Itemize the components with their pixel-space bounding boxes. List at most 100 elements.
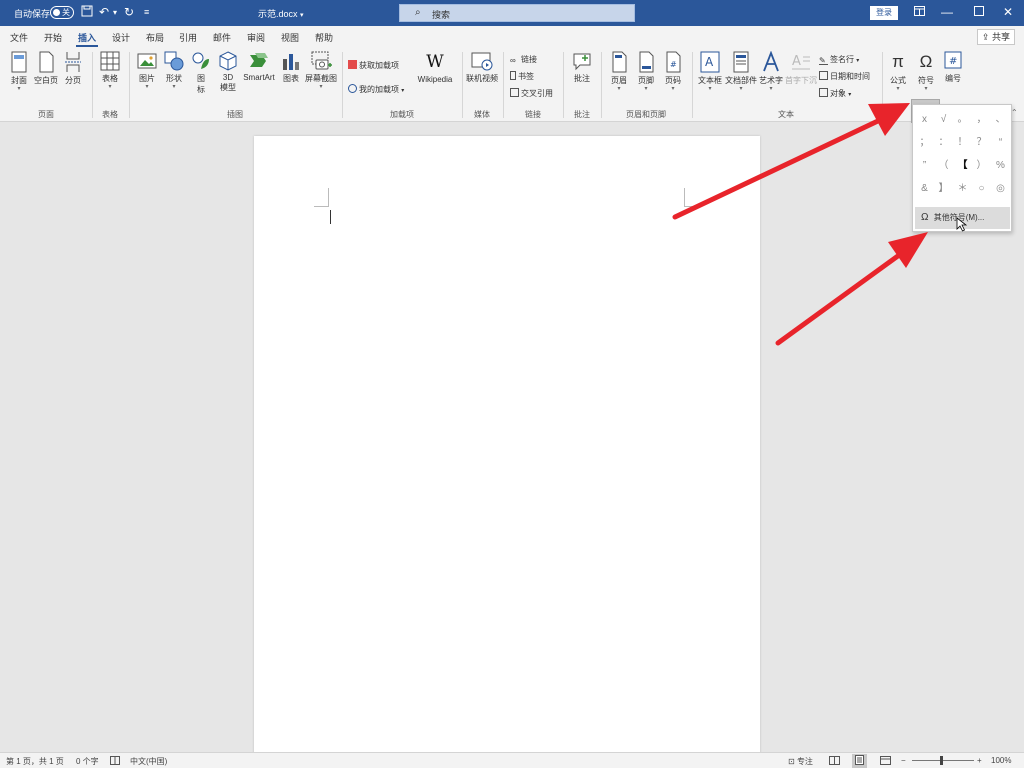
get-addins-button[interactable]: 获取加载项 (348, 60, 399, 71)
symbol-cell[interactable]: （ (934, 155, 953, 177)
header-icon (612, 51, 627, 73)
online-video-button[interactable]: 联机视频 (465, 51, 499, 84)
customize-qat-icon[interactable]: ≡ (144, 7, 149, 17)
symbol-cell[interactable]: & (915, 178, 934, 200)
screenshot-button[interactable]: 屏幕截图 ▾ (304, 51, 338, 91)
symbol-cell[interactable]: ； (915, 132, 934, 154)
symbol-cell[interactable]: ？ (972, 132, 991, 154)
icons-icon (192, 52, 209, 69)
zoom-out-icon[interactable]: − (901, 756, 906, 765)
tab-references[interactable]: 引用 (179, 31, 197, 44)
quick-parts-button[interactable]: 文档部件 ▾ (724, 51, 758, 93)
footer-button[interactable]: 页脚 ▾ (634, 51, 658, 93)
word-count[interactable]: 0 个字 (76, 756, 99, 767)
read-mode-icon[interactable] (829, 756, 840, 767)
symbol-cell[interactable]: x (915, 109, 934, 131)
search-box[interactable]: ⌕ 搜索 (399, 4, 635, 22)
smartart-button[interactable]: SmartArt (242, 51, 276, 82)
icons-button[interactable]: 图 标 (190, 51, 212, 95)
symbol-cell[interactable]: ） (972, 155, 991, 177)
page-break-button[interactable]: 分页 (62, 51, 84, 86)
symbol-cell[interactable]: ○ (972, 178, 991, 200)
zoom-in-icon[interactable]: + (977, 756, 982, 765)
close-icon[interactable]: ✕ (998, 5, 1018, 19)
comment-button[interactable]: 批注 (568, 51, 596, 84)
text-box-button[interactable]: A 文本框 ▾ (697, 51, 723, 93)
pictures-button[interactable]: 图片 ▾ (135, 51, 159, 91)
tab-file[interactable]: 文件 (10, 31, 28, 44)
print-layout-icon[interactable] (852, 754, 867, 768)
zoom-slider-thumb[interactable] (940, 756, 943, 765)
smartart-icon (250, 53, 268, 67)
tab-review[interactable]: 审阅 (247, 31, 265, 44)
my-addins-button[interactable]: 我的加载项 ▾ (348, 84, 404, 95)
undo-dropdown-icon[interactable]: ▾ (113, 8, 117, 17)
cover-page-button[interactable]: 封面 ▾ (8, 51, 30, 93)
document-page[interactable] (254, 136, 760, 756)
ribbon-separator (692, 52, 693, 118)
redo-icon[interactable]: ↻ (124, 5, 134, 19)
symbol-cell[interactable]: 、 (991, 109, 1010, 131)
symbol-cell[interactable]: 。 (953, 109, 972, 131)
wikipedia-button[interactable]: W Wikipedia (415, 51, 455, 84)
web-layout-icon[interactable] (880, 756, 891, 767)
cross-reference-button[interactable]: 交叉引用 (510, 88, 553, 99)
ribbon-display-options-icon[interactable] (909, 5, 929, 19)
blank-page-button[interactable]: 空白页 (33, 51, 59, 86)
tab-home[interactable]: 开始 (44, 31, 62, 44)
wordart-button[interactable]: 艺术字 ▾ (758, 51, 784, 93)
maximize-icon[interactable] (969, 5, 989, 19)
shapes-button[interactable]: 形状 ▾ (162, 51, 186, 91)
focus-mode-button[interactable]: ⊡ 专注 (788, 756, 813, 767)
share-button[interactable]: ⇪ 共享 (977, 29, 1015, 45)
page-number-button[interactable]: # 页码 ▾ (661, 51, 685, 93)
date-time-button[interactable]: 日期和时间 (819, 71, 870, 82)
minimize-icon[interactable]: — (937, 5, 957, 19)
signature-line-button[interactable]: ✎ 签名行 ▾ (819, 54, 859, 65)
symbol-cell[interactable]: √ (934, 109, 953, 131)
symbol-cell[interactable]: ！ (953, 132, 972, 154)
status-bar: 第 1 页，共 1 页 0 个字 中文(中国) ⊡ 专注 − + 100% (0, 752, 1024, 768)
object-button[interactable]: 对象 ▾ (819, 88, 851, 99)
ribbon-collapse-icon[interactable]: ⌃ (1011, 108, 1018, 117)
login-button[interactable]: 登录 (870, 6, 898, 20)
table-button[interactable]: 表格 ▾ (98, 51, 122, 91)
symbol-cell[interactable]: ＊ (953, 178, 972, 200)
save-icon[interactable] (81, 5, 93, 20)
equation-button[interactable]: π 公式 ▾ (886, 51, 910, 93)
page-count[interactable]: 第 1 页，共 1 页 (6, 756, 64, 767)
symbol-cell[interactable]: % (991, 155, 1010, 177)
link-button[interactable]: ∞ 链接 (510, 54, 537, 65)
symbol-cell[interactable]: ， (972, 109, 991, 131)
document-area (0, 123, 1024, 756)
undo-icon[interactable]: ↶ (99, 5, 109, 19)
chevron-down-icon: ▾ (108, 84, 112, 90)
3d-models-button[interactable]: 3D 模型 (216, 51, 240, 93)
proofing-icon[interactable] (110, 756, 120, 767)
number-button[interactable]: # 编号 (941, 51, 965, 84)
group-header-footer-label: 页眉和页脚 (626, 110, 666, 119)
autosave-toggle[interactable]: 关 (50, 6, 74, 19)
symbol-cell[interactable]: ” (915, 155, 934, 177)
zoom-level[interactable]: 100% (991, 756, 1011, 765)
symbol-cell[interactable]: 】 (934, 178, 953, 200)
language[interactable]: 中文(中国) (130, 756, 167, 767)
drop-cap-button[interactable]: A 首字下沉 (785, 51, 817, 86)
header-button[interactable]: 页眉 ▾ (607, 51, 631, 93)
tab-insert[interactable]: 插入 (75, 31, 99, 47)
tab-view[interactable]: 视图 (281, 31, 299, 44)
symbol-button[interactable]: Ω 符号 ▾ (912, 51, 940, 93)
zoom-slider[interactable] (912, 760, 974, 761)
bookmark-button[interactable]: 书签 (510, 71, 534, 82)
tab-help[interactable]: 帮助 (315, 31, 333, 44)
tab-design[interactable]: 设计 (112, 31, 130, 44)
symbol-cell[interactable]: 【 (953, 155, 972, 177)
symbol-cell[interactable]: ◎ (991, 178, 1010, 200)
bookmark-label: 书签 (518, 72, 534, 81)
symbol-cell[interactable]: ： (934, 132, 953, 154)
symbol-cell[interactable]: “ (991, 132, 1010, 154)
cross-reference-label: 交叉引用 (521, 89, 553, 98)
tab-layout[interactable]: 布局 (146, 31, 164, 44)
chart-button[interactable]: 图表 (280, 51, 302, 84)
tab-mailings[interactable]: 邮件 (213, 31, 231, 44)
